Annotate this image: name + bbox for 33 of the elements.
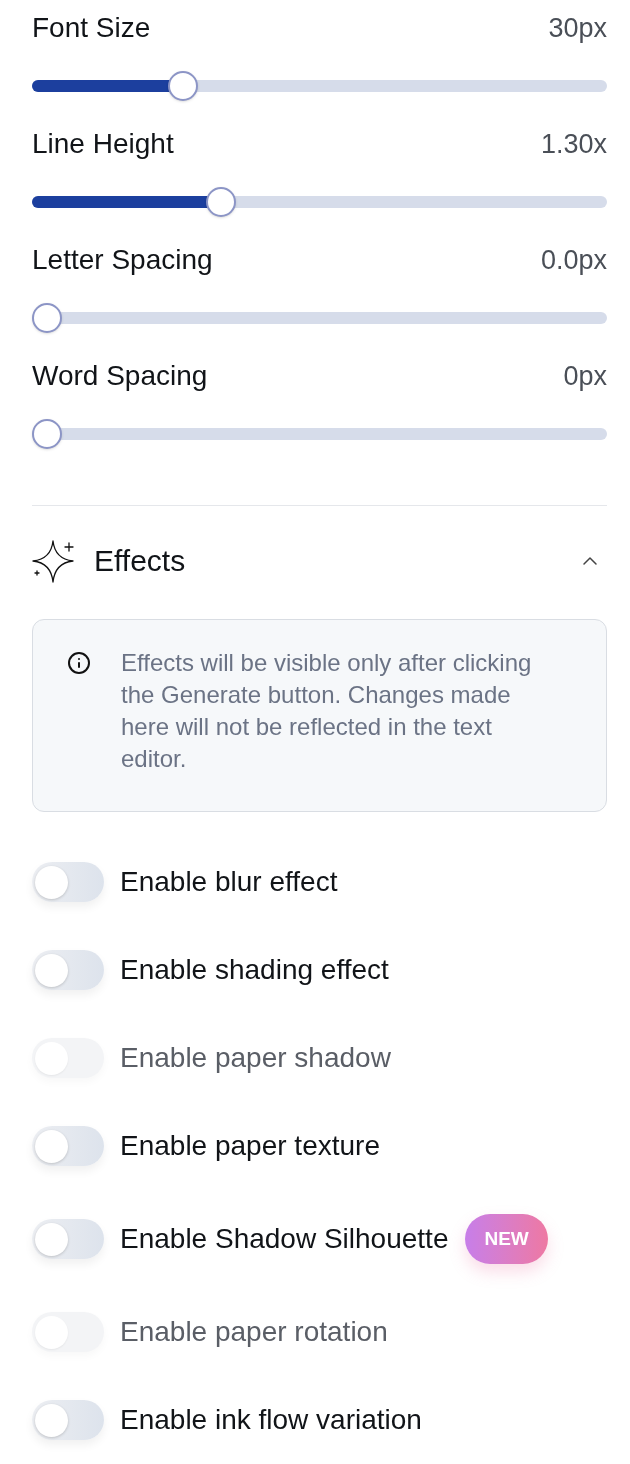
toggle-label: Enable shading effect [120, 953, 389, 987]
toggle-switch[interactable] [32, 862, 104, 902]
slider[interactable] [32, 187, 607, 217]
toggle-switch[interactable] [32, 1400, 104, 1440]
toggle-label: Enable Shadow Silhouette [120, 1222, 449, 1256]
info-icon [67, 651, 91, 675]
slider-value: 30px [548, 12, 607, 44]
toggle-label: Enable paper texture [120, 1129, 380, 1163]
toggle-label: Enable paper shadow [120, 1041, 391, 1075]
toggle-switch[interactable] [32, 950, 104, 990]
slider-label: Letter Spacing [32, 244, 213, 276]
toggle-switch[interactable] [32, 1219, 104, 1259]
toggle-label: Enable ink flow variation [120, 1403, 422, 1437]
slider[interactable] [32, 303, 607, 333]
slider[interactable] [32, 419, 607, 449]
slider-thumb[interactable] [32, 419, 62, 449]
toggle-label: Enable blur effect [120, 865, 338, 899]
slider-label: Line Height [32, 128, 174, 160]
slider-value: 0px [563, 360, 607, 392]
slider-label: Font Size [32, 12, 151, 44]
slider-thumb[interactable] [32, 303, 62, 333]
slider-label: Word Spacing [32, 360, 208, 392]
slider-thumb[interactable] [206, 187, 237, 217]
slider-value: 0.0px [540, 244, 607, 276]
new-badge: NEW [465, 1214, 548, 1264]
info-notice-text: Effects will be visible only after clicking the Generate button. Changes made here will not be reflected in the text editor. [121, 648, 533, 774]
sparkle-icon [32, 539, 75, 583]
toggle-label: Enable paper rotation [120, 1315, 388, 1349]
slider-thumb[interactable] [168, 71, 199, 101]
slider-value: 1.30x [540, 128, 607, 160]
slider[interactable] [32, 71, 607, 101]
effects-section-header[interactable]: Effects [32, 539, 607, 583]
toggle-switch[interactable] [32, 1126, 104, 1166]
